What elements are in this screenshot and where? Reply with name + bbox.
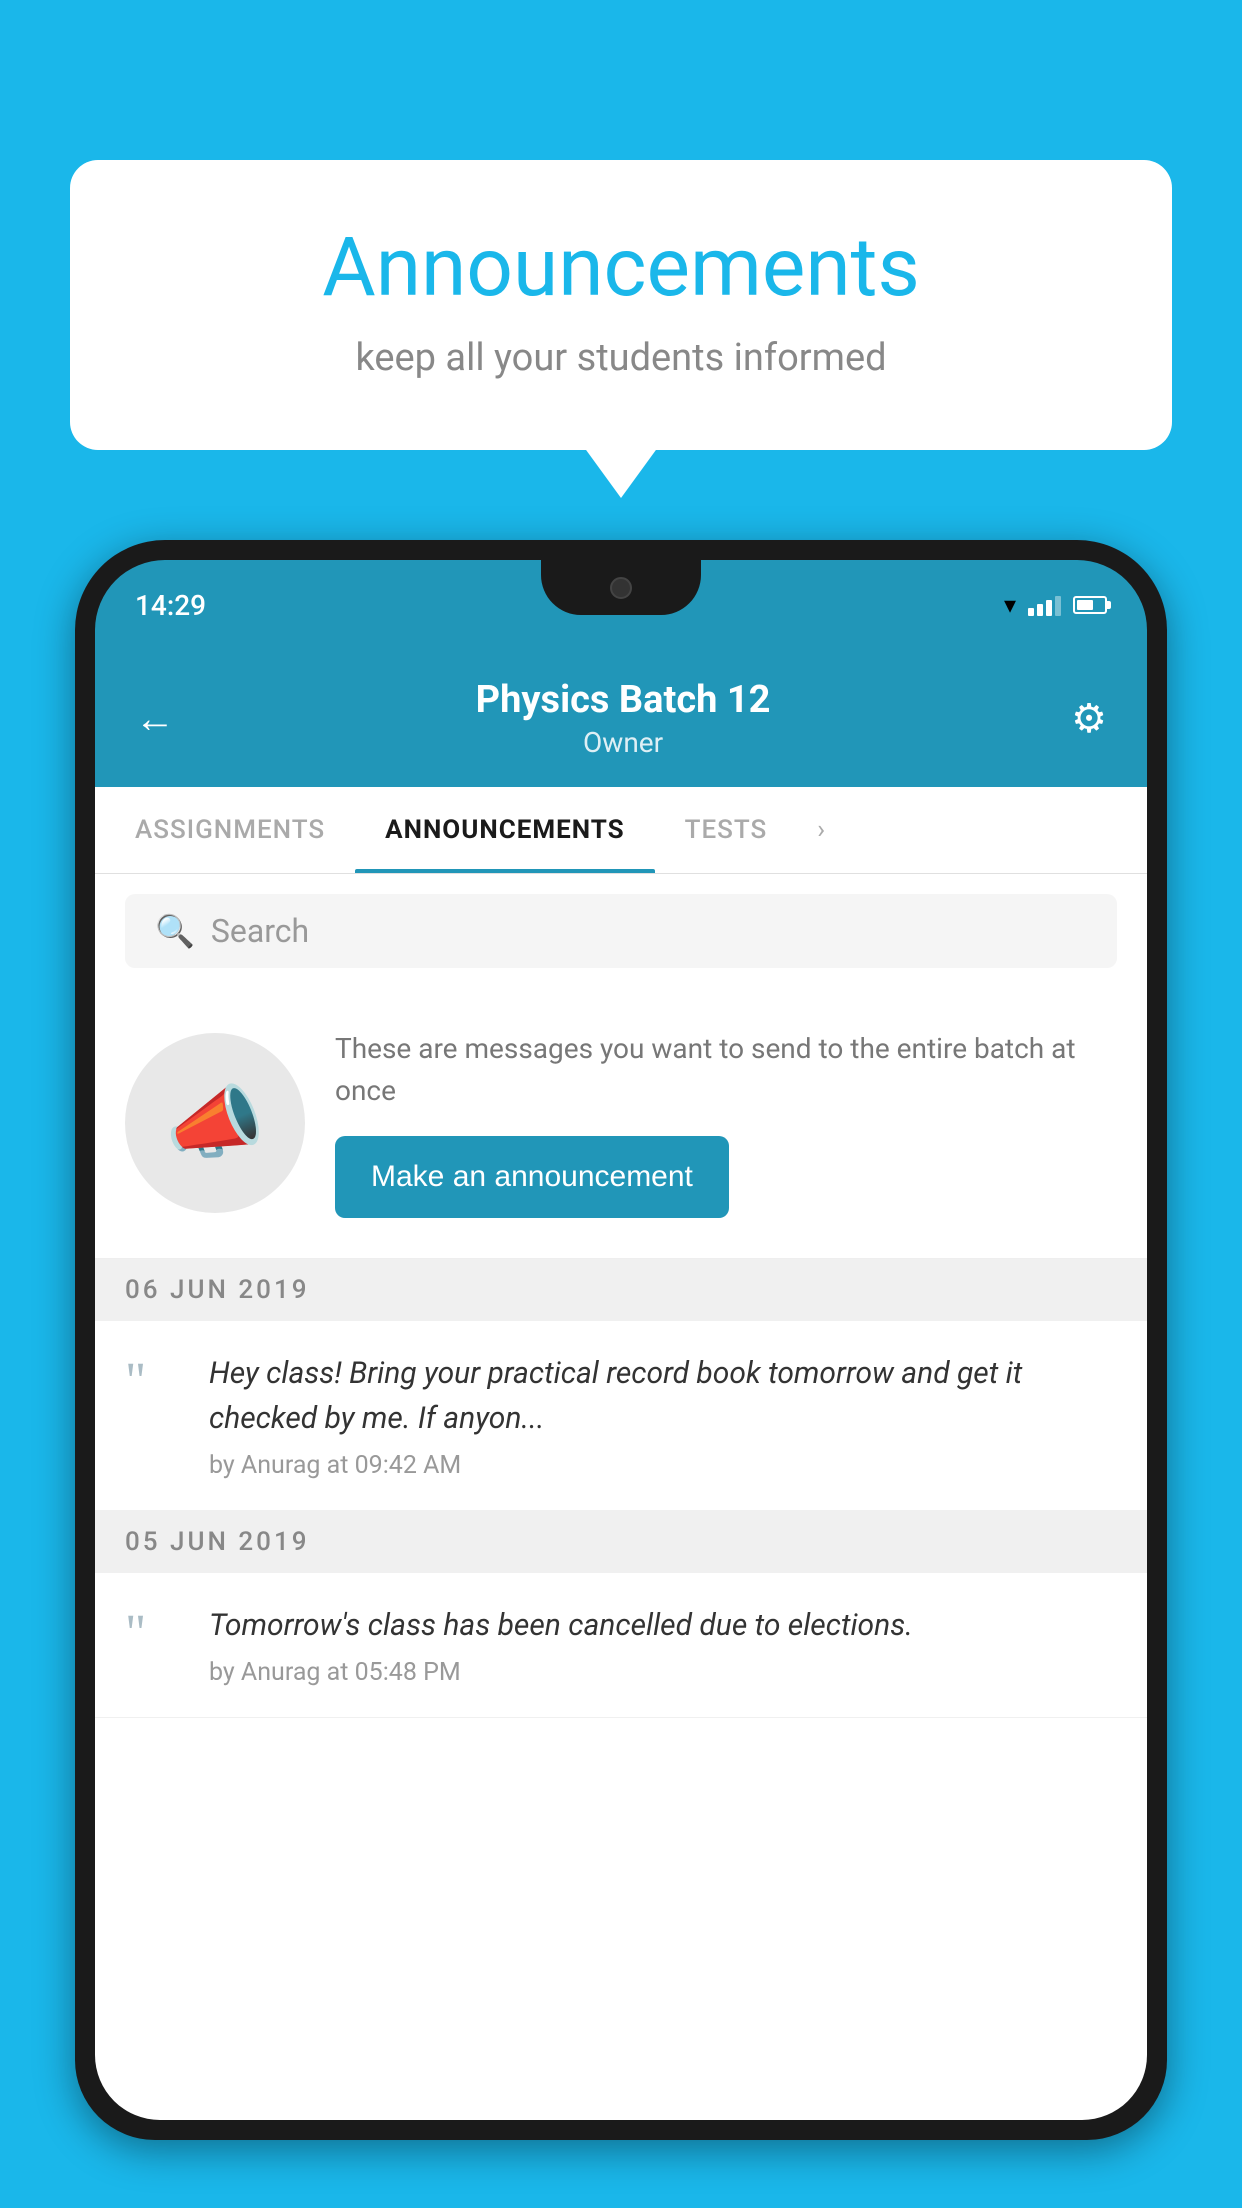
header-subtitle: Owner (175, 726, 1071, 759)
megaphone-icon: 📣 (165, 1076, 265, 1170)
tab-announcements[interactable]: ANNOUNCEMENTS (355, 787, 654, 873)
search-icon: 🔍 (155, 912, 195, 950)
signal-icon (1028, 594, 1061, 616)
phone-camera (610, 577, 632, 599)
status-bar: 14:29 ▾ (95, 560, 1147, 650)
app-header: ← Physics Batch 12 Owner ⚙ (95, 650, 1147, 787)
announcement-content-2: Tomorrow's class has been cancelled due … (209, 1603, 1117, 1687)
phone-notch (541, 560, 701, 615)
header-title: Physics Batch 12 (175, 678, 1071, 722)
settings-icon[interactable]: ⚙ (1071, 695, 1107, 742)
announcement-item-1[interactable]: " Hey class! Bring your practical record… (95, 1321, 1147, 1511)
header-center: Physics Batch 12 Owner (175, 678, 1071, 759)
phone-screen: ← Physics Batch 12 Owner ⚙ ASSIGNMENTS A… (95, 650, 1147, 2120)
announcement-description: These are messages you want to send to t… (335, 1028, 1117, 1112)
speech-bubble-section: Announcements keep all your students inf… (70, 160, 1172, 450)
wifi-icon: ▾ (1004, 591, 1016, 619)
tab-tests[interactable]: TESTS (655, 787, 798, 873)
date-separator-1: 06 JUN 2019 (95, 1259, 1147, 1321)
announcement-meta-2: by Anurag at 05:48 PM (209, 1658, 1117, 1687)
tab-assignments[interactable]: ASSIGNMENTS (105, 787, 355, 873)
speech-bubble: Announcements keep all your students inf… (70, 160, 1172, 450)
bubble-title: Announcements (150, 220, 1092, 316)
status-time: 14:29 (135, 589, 206, 622)
announcement-prompt: 📣 These are messages you want to send to… (95, 988, 1147, 1259)
status-icons: ▾ (1004, 591, 1107, 619)
phone-container: 14:29 ▾ (75, 540, 1167, 2208)
search-container: 🔍 Search (95, 874, 1147, 988)
search-input[interactable]: Search (211, 912, 309, 950)
back-button[interactable]: ← (135, 695, 175, 742)
date-separator-2: 05 JUN 2019 (95, 1511, 1147, 1573)
announcement-icon-circle: 📣 (125, 1033, 305, 1213)
tab-more-icon[interactable]: › (797, 787, 845, 873)
tabs-bar: ASSIGNMENTS ANNOUNCEMENTS TESTS › (95, 787, 1147, 874)
announcement-meta-1: by Anurag at 09:42 AM (209, 1451, 1117, 1480)
announcement-text-2: Tomorrow's class has been cancelled due … (209, 1603, 1117, 1648)
announcement-content-1: Hey class! Bring your practical record b… (209, 1351, 1117, 1480)
phone-outer: 14:29 ▾ (75, 540, 1167, 2140)
make-announcement-button[interactable]: Make an announcement (335, 1136, 729, 1218)
announcement-right: These are messages you want to send to t… (335, 1028, 1117, 1218)
bubble-subtitle: keep all your students informed (150, 336, 1092, 380)
quote-icon-2: " (125, 1608, 185, 1660)
announcement-text-1: Hey class! Bring your practical record b… (209, 1351, 1117, 1441)
announcement-item-2[interactable]: " Tomorrow's class has been cancelled du… (95, 1573, 1147, 1718)
quote-icon-1: " (125, 1356, 185, 1408)
search-bar[interactable]: 🔍 Search (125, 894, 1117, 968)
battery-icon (1073, 596, 1107, 614)
